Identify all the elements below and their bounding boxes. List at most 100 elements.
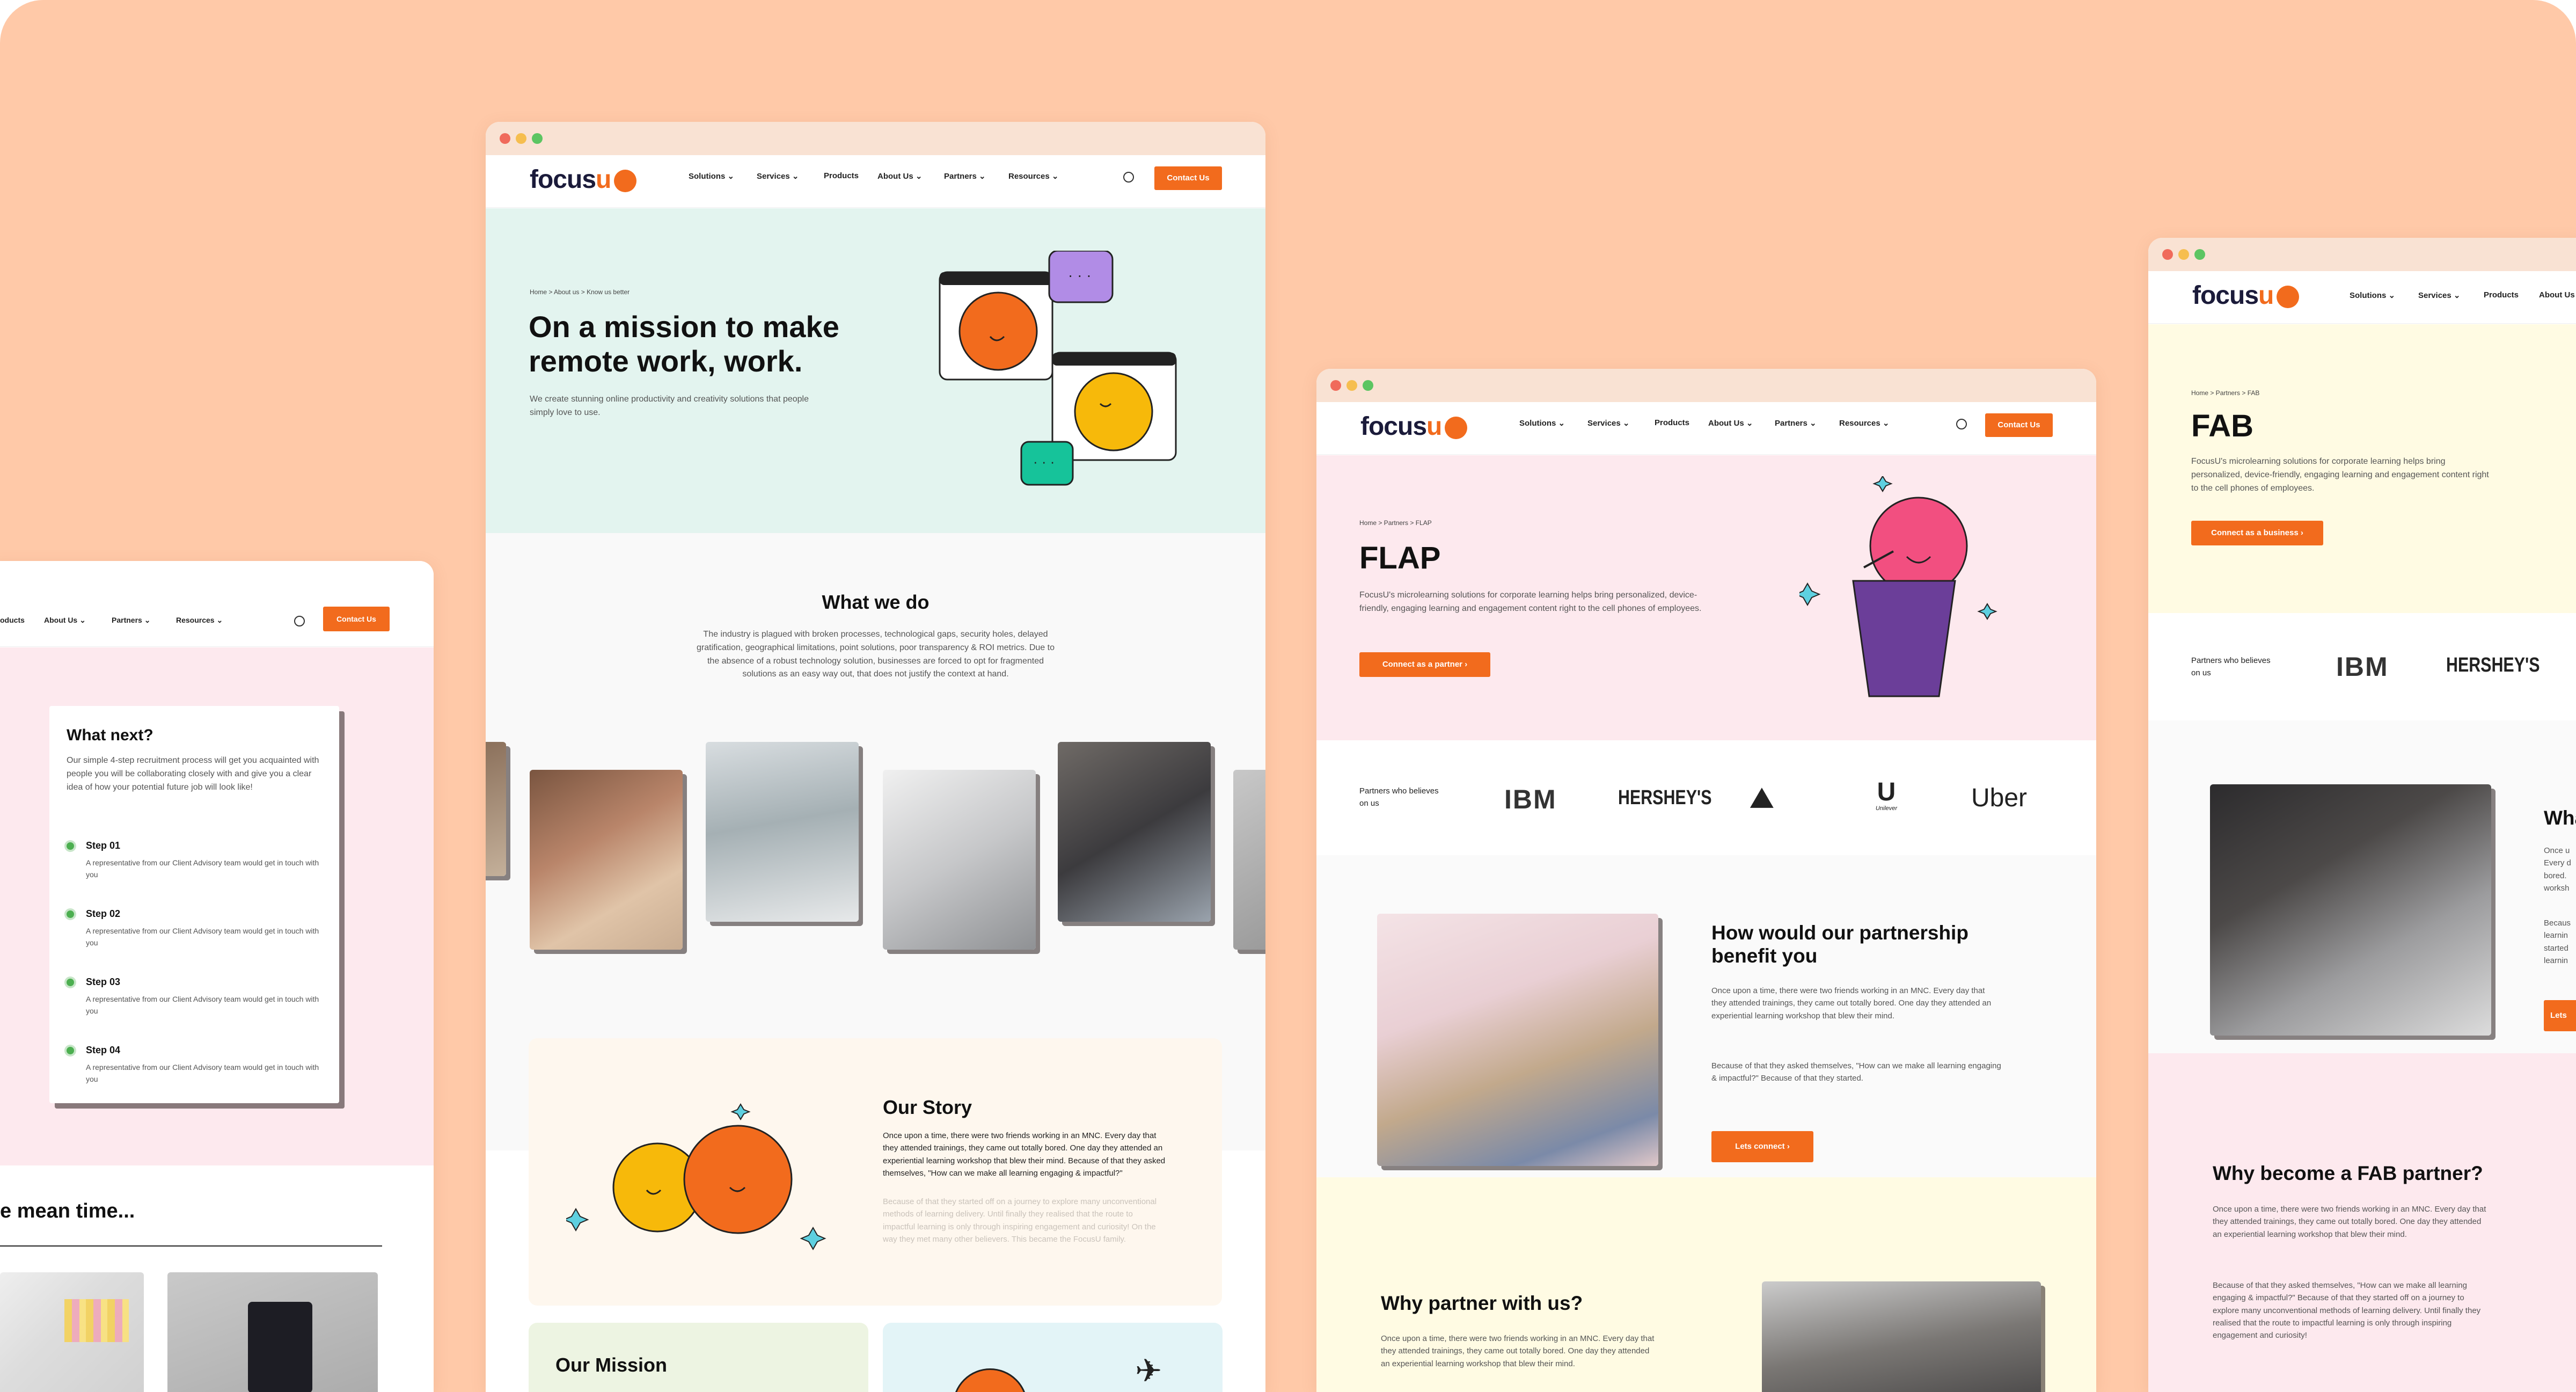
team-women-photo — [530, 770, 683, 950]
benefit-text-1: Once upon a time, there were two friends… — [1711, 986, 1992, 1021]
two-friends-photo — [1377, 914, 1658, 1166]
laptop-typing-photo — [1058, 742, 1211, 922]
maximize-dot-icon[interactable] — [2194, 249, 2205, 260]
minimize-dot-icon[interactable] — [1346, 380, 1357, 391]
partners-label: Partners who believes on us — [1359, 786, 1439, 808]
step-title: Step 04 — [86, 1045, 121, 1055]
connect-as-partner-button[interactable]: Connect as a partner › — [1359, 652, 1490, 677]
laptop-typing-photo — [2210, 784, 2491, 1036]
why-fab-text-1: Once upon a time, there were two friends… — [2213, 1205, 2486, 1239]
nav-products[interactable]: Products — [824, 171, 859, 180]
laptop-coffee-photo — [883, 770, 1036, 950]
nav-resources[interactable]: Resources ⌄ — [1008, 171, 1058, 181]
step-title: Step 03 — [86, 976, 121, 987]
fab-title: FAB — [2191, 409, 2253, 443]
team-photo — [1762, 1281, 2041, 1392]
fab-description: FocusU's microlearning solutions for cor… — [2191, 457, 2489, 493]
unilever-logo: U Unilever — [1875, 778, 1898, 812]
breadcrumb: Home > Partners > FAB — [2191, 389, 2260, 397]
svg-text:· · ·: · · · — [1033, 454, 1055, 470]
step-check-icon — [67, 979, 74, 986]
flap-description: FocusU's microlearning solutions for cor… — [1359, 591, 1702, 613]
what-we-do-title: What we do — [822, 591, 930, 613]
nav-products[interactable]: oducts — [0, 616, 25, 624]
nav-solutions[interactable]: Solutions ⌄ — [1519, 418, 1565, 428]
hero-subtitle: We create stunning online productivity a… — [530, 395, 809, 417]
chevron-down-icon: ⌄ — [1556, 419, 1565, 428]
our-story-title: Our Story — [883, 1096, 972, 1118]
benefit-text-2: Because of that they asked themselves, "… — [1711, 1061, 2001, 1083]
search-icon[interactable] — [1956, 419, 1967, 429]
mission-illustration-card: ✈ — [883, 1323, 1223, 1392]
nav-about-us[interactable]: About Us ⌄ — [877, 171, 922, 181]
office-wall-photo — [0, 1272, 144, 1392]
nav-about-us[interactable]: About Us — [2539, 290, 2575, 300]
chevron-down-icon: ⌄ — [1880, 419, 1890, 428]
laptop-photo — [167, 1272, 378, 1392]
step-check-icon — [67, 1047, 74, 1054]
contact-us-button[interactable]: Contact Us — [1985, 413, 2053, 437]
hersheys-logo: HERSHEY'S — [1618, 786, 1712, 809]
minimize-dot-icon[interactable] — [2178, 249, 2189, 260]
nav-services[interactable]: Services ⌄ — [1587, 418, 1629, 428]
close-dot-icon[interactable] — [2162, 249, 2173, 260]
close-dot-icon[interactable] — [1330, 380, 1341, 391]
photo-partial-right — [1233, 770, 1265, 950]
focusu-logo[interactable]: focusu — [1360, 412, 1468, 441]
nav-resources[interactable]: Resources ⌄ — [1839, 418, 1889, 428]
chevron-down-icon: ⌄ — [1620, 419, 1630, 428]
close-dot-icon[interactable] — [500, 133, 510, 144]
fab-window: focusu Solutions ⌄ Services ⌄ Products A… — [2148, 238, 2576, 1392]
maximize-dot-icon[interactable] — [532, 133, 543, 144]
about-window: focusu Solutions ⌄ Services ⌄ Products Abou… — [486, 122, 1265, 1392]
flap-window: focusu Solutions ⌄ Services ⌄ Products Abou… — [1316, 369, 2096, 1392]
uber-logo: Uber — [1971, 784, 2028, 812]
peek-text-1: Once u Every d bored. worksh — [2544, 846, 2571, 893]
chevron-down-icon: ⌄ — [725, 172, 735, 181]
nav-solutions[interactable]: Solutions ⌄ — [689, 171, 734, 181]
flap-title: FLAP — [1359, 541, 1441, 575]
partners-label: Partners who believes on us — [2191, 656, 2271, 678]
nav-products[interactable]: Products — [2484, 290, 2519, 300]
what-next-text: Our simple 4-step recruitment process wi… — [67, 756, 319, 792]
why-partner-text: Once upon a time, there were two friends… — [1381, 1334, 1655, 1368]
what-next-title: What next? — [67, 726, 153, 744]
our-story-faded-text: Because of that they started off on a jo… — [883, 1197, 1157, 1244]
pyramid-logo: ⛰ — [1750, 783, 1774, 814]
nav-services[interactable]: Services ⌄ — [2418, 290, 2460, 300]
nav-services[interactable]: Services ⌄ — [757, 171, 799, 181]
what-next-card: What next? Our simple 4-step recruitment… — [49, 706, 339, 1103]
lets-connect-button[interactable]: Lets connect › — [1711, 1131, 1813, 1162]
lets-connect-button[interactable]: Lets — [2544, 1000, 2576, 1031]
divider — [0, 1245, 382, 1247]
focusu-logo[interactable]: focusu — [2192, 281, 2300, 310]
minimize-dot-icon[interactable] — [516, 133, 526, 144]
browser-chrome — [2148, 238, 2576, 271]
peek-title: Wha — [2544, 807, 2576, 829]
nav-about-us[interactable]: About Us ⌄ — [1708, 418, 1753, 428]
nav-solutions[interactable]: Solutions ⌄ — [2350, 290, 2395, 300]
our-mission-title: Our Mission — [555, 1354, 668, 1376]
connect-as-business-button[interactable]: Connect as a business › — [2191, 521, 2323, 545]
handshake-photo — [706, 742, 859, 922]
step-check-icon — [67, 842, 74, 850]
careers-window: oducts About Us ⌄ Partners ⌄ Resources ⌄… — [0, 561, 434, 1392]
maximize-dot-icon[interactable] — [1363, 380, 1373, 391]
nav-about-us[interactable]: About Us ⌄ — [44, 616, 86, 625]
contact-us-button[interactable]: Contact Us — [1154, 166, 1222, 190]
nav-products[interactable]: Products — [1655, 418, 1689, 427]
mean-time-title: e mean time... — [0, 1200, 135, 1222]
contact-us-button[interactable]: Contact Us — [323, 607, 390, 631]
podium-illustration — [1799, 476, 1997, 697]
step-text: A representative from our Client Advisor… — [86, 995, 319, 1015]
focusu-logo[interactable]: focusu — [530, 165, 637, 194]
search-icon[interactable] — [294, 616, 305, 626]
nav-partners[interactable]: Partners ⌄ — [112, 616, 150, 625]
search-icon[interactable] — [1123, 172, 1134, 183]
nav-partners[interactable]: Partners ⌄ — [1775, 418, 1817, 428]
browser-chrome — [486, 122, 1265, 155]
breadcrumb: Home > Partners > FLAP — [1359, 519, 1432, 527]
nav-partners[interactable]: Partners ⌄ — [944, 171, 986, 181]
nav-resources[interactable]: Resources ⌄ — [176, 616, 223, 625]
browser-chrome — [1316, 369, 2096, 402]
